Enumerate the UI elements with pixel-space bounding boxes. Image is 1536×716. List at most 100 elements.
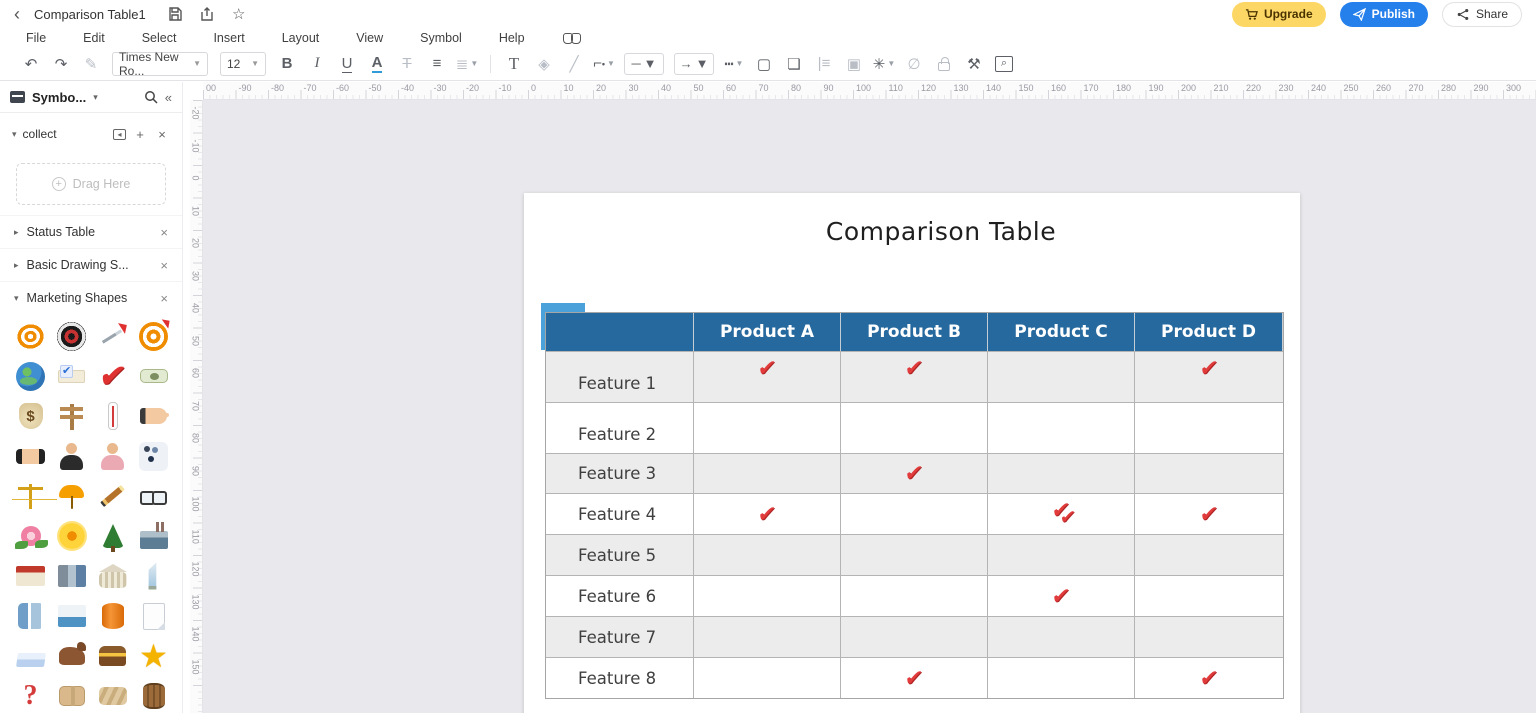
checkmark-icon[interactable]: ✔ [757,503,777,525]
shape-person-f-icon[interactable] [92,436,133,476]
no-style-icon[interactable]: ∅ [901,51,927,77]
line-spacing-button[interactable]: ≣▼ [454,51,480,77]
shape-person-m-icon[interactable] [51,436,92,476]
line-style-select[interactable]: ─▼ [624,53,664,75]
table-row-label[interactable]: Feature 3 [546,453,694,493]
table-cell[interactable] [1135,534,1283,575]
format-painter-icon[interactable]: ✎ [78,51,104,77]
fill-style-button[interactable]: ◈ [531,51,557,77]
drag-here-dropzone[interactable]: + Drag Here [16,163,166,205]
menu-select[interactable]: Select [142,31,177,45]
menu-help[interactable]: Help [499,31,525,45]
shape-handshake-icon[interactable] [10,436,51,476]
shape-thermometer-icon[interactable] [92,396,133,436]
checkmark-icon[interactable]: ✔ [1051,585,1071,607]
sidebar-section-basic-drawing-s[interactable]: ▸Basic Drawing S...× [0,248,182,281]
align-objects-icon[interactable]: |≡ [811,51,837,77]
table-cell[interactable] [1135,402,1283,453]
search-icon[interactable] [144,90,158,104]
table-cell[interactable] [988,453,1135,493]
shape-pointing-hand-icon[interactable] [133,396,174,436]
table-cell[interactable]: ✔ [1135,493,1283,534]
table-header-product-c[interactable]: Product C [988,313,1135,351]
table-cell[interactable] [1135,453,1283,493]
share-button[interactable]: Share [1442,2,1522,27]
connector-button[interactable]: ⌐•▼ [591,51,617,77]
effects-icon[interactable]: ✳▼ [871,51,897,77]
shape-sunflower-icon[interactable] [51,516,92,556]
table-cell[interactable] [988,351,1135,402]
table-cell[interactable]: ✔ [1135,351,1283,402]
shape-vote-icon[interactable] [51,356,92,396]
table-row-label[interactable]: Feature 5 [546,534,694,575]
font-color-button[interactable]: A [364,51,390,77]
table-cell[interactable] [988,534,1135,575]
table-cell[interactable] [1135,575,1283,616]
table-cell[interactable] [841,534,988,575]
upgrade-button[interactable]: Upgrade [1232,2,1326,27]
table-cell[interactable] [841,493,988,534]
section-caret-icon[interactable]: ▸ [14,260,19,271]
underline-button[interactable]: U [334,51,360,77]
menu-symbol[interactable]: Symbol [420,31,462,45]
shape-cylinder-icon[interactable] [92,596,133,636]
duplicate-icon[interactable]: ❏ [781,51,807,77]
checkmark-icon[interactable]: ✔ [757,357,777,379]
table-header-product-a[interactable]: Product A [694,313,841,351]
table-header-blank[interactable] [546,313,694,351]
shape-bullseye-orange-icon[interactable] [10,316,51,356]
undo-icon[interactable]: ↶ [18,51,44,77]
find-panel-icon[interactable]: ⌕ [991,51,1017,77]
table-row-label[interactable]: Feature 8 [546,657,694,698]
shape-modern-building-icon[interactable] [51,556,92,596]
dash-style-button[interactable]: ┅▼ [721,51,747,77]
table-cell[interactable]: ✔ [694,493,841,534]
shape-oil-icon[interactable] [51,596,92,636]
add-icon[interactable]: + [132,127,148,142]
group-icon[interactable]: ▣ [841,51,867,77]
section-close-icon[interactable]: × [160,258,168,273]
shape-paper-icon[interactable] [133,596,174,636]
export-icon[interactable] [194,5,220,23]
shape-red-check-icon[interactable]: ✔ [92,356,133,396]
font-size-select[interactable]: 12▼ [220,52,266,76]
shape-money-bag-icon[interactable]: $ [10,396,51,436]
binoculars-icon[interactable] [562,32,582,44]
shape-skyscrapers-icon[interactable] [10,596,51,636]
publish-button[interactable]: Publish [1340,2,1428,27]
table-cell[interactable] [988,616,1135,657]
menu-file[interactable]: File [26,31,46,45]
shape-pine-icon[interactable] [92,516,133,556]
save-icon[interactable] [162,5,188,23]
shape-signpost-icon[interactable] [51,396,92,436]
align-text-button[interactable]: ≡ [424,51,450,77]
table-cell[interactable] [988,657,1135,698]
shape-burj-icon[interactable] [133,556,174,596]
table-cell[interactable]: ✔ [841,453,988,493]
checkmark-icon[interactable]: ✔ [1199,357,1219,379]
shape-pool-icon[interactable] [10,636,51,676]
checkmark-icon[interactable]: ✔ [1199,667,1219,689]
table-cell[interactable] [694,453,841,493]
menu-edit[interactable]: Edit [83,31,105,45]
table-cell[interactable] [1135,616,1283,657]
redo-icon[interactable]: ↷ [48,51,74,77]
sidebar-section-marketing-shapes[interactable]: ▾Marketing Shapes× [0,281,182,314]
favorite-star-icon[interactable]: ☆ [226,5,252,23]
collect-caret-icon[interactable]: ▾ [12,129,17,140]
shape-dog-icon[interactable] [51,636,92,676]
table-row-label[interactable]: Feature 1 [546,351,694,402]
table-row-label[interactable]: Feature 6 [546,575,694,616]
document-page[interactable]: Comparison Table Product AProduct BProdu… [524,193,1300,713]
table-cell[interactable] [841,402,988,453]
collect-section-header[interactable]: ▾ collect ◂ + × [0,119,182,149]
checkmark-icon[interactable]: ✔ [904,357,924,379]
shape-barrel-icon[interactable] [133,676,174,716]
table-cell[interactable] [694,402,841,453]
shape-banknote-icon[interactable] [133,356,174,396]
shape-factory-icon[interactable] [133,516,174,556]
shape-bank-icon[interactable] [92,556,133,596]
table-cell[interactable] [694,575,841,616]
import-icon[interactable]: ◂ [113,129,126,140]
table-cell[interactable]: ✔ [988,575,1135,616]
